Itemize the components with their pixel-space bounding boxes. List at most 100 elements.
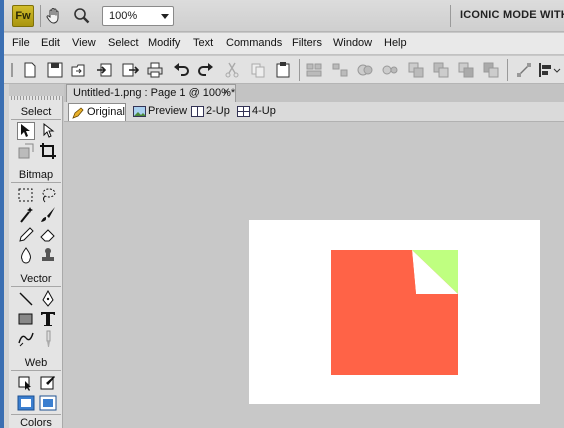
document-tab-bar: Untitled-1.png : Page 1 @ 100%* ×	[64, 84, 564, 102]
top-bar: Fw 100% ICONIC MODE WITH P	[4, 0, 564, 32]
menu-select[interactable]: Select	[108, 37, 139, 49]
divider	[11, 119, 61, 120]
subselect-icon[interactable]	[39, 122, 57, 140]
divider	[299, 59, 300, 81]
menu-file[interactable]: File	[12, 37, 30, 49]
menu-window[interactable]: Window	[333, 37, 372, 49]
tab-4-up[interactable]: 4-Up	[234, 103, 276, 121]
tab-2-up-label: 2-Up	[206, 105, 230, 117]
pen-icon[interactable]	[39, 290, 57, 308]
send-backward-icon[interactable]	[457, 61, 475, 79]
menu-view[interactable]: View	[72, 37, 96, 49]
rectangle-icon[interactable]	[17, 310, 35, 328]
export-icon[interactable]	[121, 61, 139, 79]
redo-icon[interactable]	[197, 61, 215, 79]
knife-icon[interactable]	[39, 330, 57, 348]
workspace-title: ICONIC MODE WITH P	[460, 9, 564, 21]
marquee-icon[interactable]	[17, 186, 35, 204]
group-icon[interactable]	[305, 61, 323, 79]
menu-text[interactable]: Text	[193, 37, 213, 49]
app-window: Fw 100% ICONIC MODE WITH P File Edit Vie…	[0, 0, 564, 428]
chevron-down-icon	[161, 14, 169, 19]
main-toolbar	[4, 56, 564, 84]
tools-section-colors: Colors	[20, 417, 52, 428]
two-up-icon	[191, 106, 204, 117]
tools-section-select: Select	[20, 106, 52, 118]
document-canvas[interactable]	[249, 220, 540, 404]
menu-modify[interactable]: Modify	[148, 37, 180, 49]
menu-bar: File Edit View Select Modify Text Comman…	[4, 33, 564, 55]
crop-icon[interactable]	[39, 142, 57, 160]
open-icon[interactable]	[70, 61, 88, 79]
pointer-tool[interactable]	[17, 122, 35, 140]
divider	[11, 182, 61, 183]
pointer-icon	[21, 124, 30, 137]
tab-preview-label: Preview	[148, 105, 188, 117]
menu-edit[interactable]: Edit	[41, 37, 60, 49]
brush-icon[interactable]	[39, 206, 57, 224]
panel-grip[interactable]	[11, 96, 61, 100]
line-icon[interactable]	[17, 290, 35, 308]
divider	[11, 370, 61, 371]
scale-icon[interactable]	[17, 142, 35, 160]
chevron-down-icon[interactable]	[552, 61, 562, 79]
fireworks-logo: Fw	[12, 5, 34, 27]
text-icon[interactable]	[39, 310, 57, 328]
slice-icon[interactable]	[39, 374, 57, 392]
show-slices-icon[interactable]	[39, 394, 57, 412]
pencil-icon[interactable]	[17, 226, 35, 244]
import-icon[interactable]	[96, 61, 114, 79]
tab-2-up[interactable]: 2-Up	[188, 103, 230, 121]
rubber-stamp-icon[interactable]	[39, 246, 57, 264]
divider	[11, 286, 61, 287]
menu-filters[interactable]: Filters	[292, 37, 322, 49]
image-icon	[133, 106, 146, 117]
zoom-dropdown[interactable]: 100%	[102, 6, 174, 26]
send-back-icon[interactable]	[482, 61, 500, 79]
tab-4-up-label: 4-Up	[252, 105, 276, 117]
tab-original[interactable]: Original	[68, 103, 126, 121]
magic-wand-icon[interactable]	[17, 206, 35, 224]
close-icon[interactable]: ×	[223, 86, 229, 98]
divider	[507, 59, 508, 81]
zoom-icon[interactable]	[72, 6, 92, 26]
view-tab-bar: Original Preview 2-Up 4-Up	[64, 102, 564, 122]
page-curl-shape[interactable]	[412, 250, 458, 294]
eraser-icon[interactable]	[39, 226, 57, 244]
paste-icon[interactable]	[274, 61, 292, 79]
menu-commands[interactable]: Commands	[226, 37, 282, 49]
hide-slices-icon[interactable]	[17, 394, 35, 412]
zoom-value: 100%	[109, 10, 138, 22]
print-icon[interactable]	[146, 61, 164, 79]
tab-original-label: Original	[87, 106, 125, 118]
bring-forward-icon[interactable]	[432, 61, 450, 79]
copy-icon[interactable]	[249, 61, 267, 79]
divider	[40, 5, 41, 27]
cut-icon[interactable]	[223, 61, 241, 79]
freeform-icon[interactable]	[17, 330, 35, 348]
tools-section-bitmap: Bitmap	[18, 169, 54, 181]
document-tab[interactable]: Untitled-1.png : Page 1 @ 100%* ×	[66, 84, 236, 102]
undo-icon[interactable]	[172, 61, 190, 79]
ungroup-icon[interactable]	[331, 61, 349, 79]
hotspot-icon[interactable]	[17, 374, 35, 392]
tab-preview[interactable]: Preview	[130, 103, 188, 121]
four-up-icon	[237, 106, 250, 117]
bring-front-icon[interactable]	[407, 61, 425, 79]
canvas-area[interactable]	[64, 122, 564, 428]
split-icon[interactable]	[381, 61, 399, 79]
save-icon[interactable]	[46, 61, 64, 79]
divider	[11, 414, 61, 415]
join-icon[interactable]	[356, 61, 374, 79]
divider	[450, 5, 451, 27]
transform-icon[interactable]	[515, 61, 533, 79]
new-icon[interactable]	[21, 61, 39, 79]
hand-icon[interactable]	[44, 6, 64, 26]
lasso-icon[interactable]	[39, 186, 57, 204]
document-tab-title: Untitled-1.png : Page 1 @ 100%*	[73, 87, 236, 99]
blur-icon[interactable]	[17, 246, 35, 264]
tools-panel: Select Bitmap Vector Web Colors	[9, 96, 63, 428]
pencil-icon	[72, 107, 84, 119]
tools-section-web: Web	[24, 357, 48, 369]
menu-help[interactable]: Help	[384, 37, 407, 49]
